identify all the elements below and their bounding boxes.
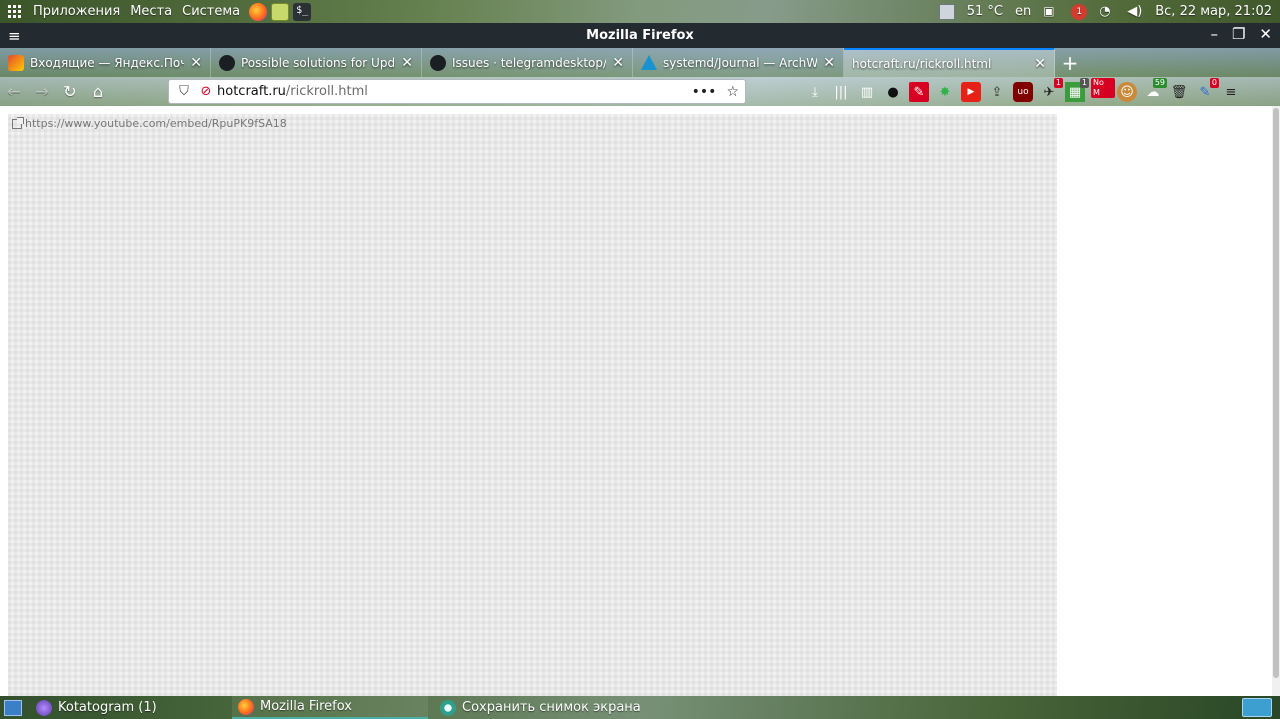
extension-badge: 59 xyxy=(1152,78,1167,88)
page-scrollbar[interactable] xyxy=(1272,106,1280,696)
external-link-icon xyxy=(12,116,24,129)
reload-button[interactable]: ↻ xyxy=(56,78,84,106)
url-host: hotcraft.ru xyxy=(217,84,286,99)
show-desktop-icon[interactable] xyxy=(4,699,22,716)
insecure-connection-icon[interactable]: ⊘ xyxy=(195,84,217,99)
apps-grid-icon[interactable] xyxy=(8,4,22,19)
notification-icon[interactable]: 1 xyxy=(1071,3,1088,20)
tab-archwiki-journal[interactable]: systemd/Journal — ArchWi ✕ xyxy=(633,48,844,77)
task-kotatogram[interactable]: Kotatogram (1) xyxy=(30,696,226,719)
url-path: /rickroll.html xyxy=(285,84,368,99)
upload-icon[interactable]: ⇪ xyxy=(987,82,1007,102)
menu-places[interactable]: Места xyxy=(125,4,177,19)
page-content: https://www.youtube.com/embed/RpuPK9fSA1… xyxy=(0,106,1280,696)
hamburger-menu-icon[interactable]: ≡ xyxy=(1221,82,1241,102)
task-label: Сохранить снимок экрана xyxy=(462,700,641,715)
embedded-video-frame[interactable]: https://www.youtube.com/embed/RpuPK9fSA1… xyxy=(8,114,1057,696)
temperature-readout: 51 °C xyxy=(966,4,1003,19)
extension-badge: No M xyxy=(1091,78,1115,98)
back-button[interactable]: ← xyxy=(0,78,28,106)
desktop-top-panel: Приложения Места Система $_ 51 °C en ▣ 1… xyxy=(0,0,1280,23)
spy-hat-icon[interactable]: ● xyxy=(883,82,903,102)
extension-5-icon[interactable]: ✎ 0 xyxy=(1195,78,1219,102)
task-label: Mozilla Firefox xyxy=(260,699,352,714)
workspace-switcher[interactable] xyxy=(1242,698,1272,717)
home-button[interactable]: ⌂ xyxy=(84,78,112,106)
tracking-protection-icon[interactable]: ⛉ xyxy=(173,84,195,99)
tab-label: Possible solutions for Upd xyxy=(241,55,396,70)
window-titlebar: ≡ Mozilla Firefox – ❐ ✕ xyxy=(0,23,1280,48)
clipboard-icon[interactable]: ▣ xyxy=(1043,4,1059,20)
navigation-toolbar: ← → ↻ ⌂ ⛉ ⊘ hotcraft.ru/rickroll.html ••… xyxy=(0,77,1280,106)
firefox-launcher-icon[interactable] xyxy=(249,2,268,21)
github-icon xyxy=(430,54,446,71)
sidebar-icon[interactable]: ▥ xyxy=(857,82,877,102)
extension-badge: 1 xyxy=(1053,78,1063,88)
github-icon xyxy=(219,54,235,71)
task-label: Kotatogram (1) xyxy=(58,700,157,715)
close-window-icon[interactable]: ✕ xyxy=(1259,25,1272,43)
url-bar[interactable]: ⛉ ⊘ hotcraft.ru/rickroll.html ••• ☆ xyxy=(168,79,746,104)
extension-1-icon[interactable]: ✈ 1 xyxy=(1039,78,1063,102)
scrollbar-thumb[interactable] xyxy=(1273,108,1279,678)
tab-bar: Входящие — Яндекс.Почта ✕ Possible solut… xyxy=(0,48,1280,77)
ublock-icon[interactable]: uo xyxy=(1013,82,1033,102)
close-tab-icon[interactable]: ✕ xyxy=(1034,56,1046,72)
desktop-taskbar: Kotatogram (1) Mozilla Firefox Сохранить… xyxy=(0,696,1280,719)
clock[interactable]: Вс, 22 мар, 21:02 xyxy=(1155,4,1272,19)
task-screenshot[interactable]: Сохранить снимок экрана xyxy=(434,696,674,719)
screenshot-icon xyxy=(440,699,456,716)
library-icon[interactable]: ||| xyxy=(831,82,851,102)
wifi-icon[interactable]: ◔ xyxy=(1099,4,1115,20)
extension-2-icon[interactable]: ▦ 1 xyxy=(1065,78,1089,102)
extension-3-icon[interactable]: ◎No M xyxy=(1091,78,1115,102)
menu-system[interactable]: Система xyxy=(177,4,245,19)
tab-label: Issues · telegramdesktop/ xyxy=(452,55,607,70)
kotatogram-icon xyxy=(36,699,52,716)
bookmark-star-icon[interactable]: ☆ xyxy=(726,84,739,100)
close-tab-icon[interactable]: ✕ xyxy=(612,55,624,71)
monkey-icon[interactable]: ☺ xyxy=(1117,82,1137,102)
forward-button[interactable]: → xyxy=(28,78,56,106)
temperature-icon xyxy=(938,3,955,20)
extension-badge: 0 xyxy=(1209,78,1219,88)
terminal-launcher-icon[interactable]: $_ xyxy=(293,2,312,21)
trash-icon[interactable]: 🗑 xyxy=(1169,82,1189,102)
window-menu-icon[interactable]: ≡ xyxy=(8,27,21,45)
downloads-icon[interactable]: ⤓ xyxy=(805,82,825,102)
page-actions-icon[interactable]: ••• xyxy=(692,84,717,100)
close-tab-icon[interactable]: ✕ xyxy=(401,55,413,71)
extension-toolbar: ⤓ ||| ▥ ● ✎ ✸ ▶ ⇪ uo ✈1 ▦1 ◎No M ☺ ☁59 🗑… xyxy=(805,78,1241,104)
iframe-url: https://www.youtube.com/embed/RpuPK9fSA1… xyxy=(25,117,287,130)
arch-icon xyxy=(641,55,657,70)
tab-label: hotcraft.ru/rickroll.html xyxy=(852,56,992,71)
task-firefox[interactable]: Mozilla Firefox xyxy=(232,696,428,719)
close-tab-icon[interactable]: ✕ xyxy=(190,55,202,71)
extension-badge: 1 xyxy=(1079,78,1089,88)
tab-yandex-mail[interactable]: Входящие — Яндекс.Почта ✕ xyxy=(0,48,211,77)
color-wheel-icon[interactable]: ✸ xyxy=(935,82,955,102)
tab-label: systemd/Journal — ArchWi xyxy=(663,55,818,70)
youtube-icon[interactable]: ▶ xyxy=(961,82,981,102)
tab-label: Входящие — Яндекс.Почта xyxy=(30,55,184,70)
mail-icon xyxy=(8,54,24,71)
iframe-external-link[interactable]: https://www.youtube.com/embed/RpuPK9fSA1… xyxy=(12,116,287,130)
firefox-icon xyxy=(238,698,254,715)
tab-github-issues[interactable]: Issues · telegramdesktop/ ✕ xyxy=(422,48,633,77)
text-editor-launcher-icon[interactable] xyxy=(271,2,290,21)
pdf-icon[interactable]: ✎ xyxy=(909,82,929,102)
menu-applications[interactable]: Приложения xyxy=(28,4,125,19)
extension-4-icon[interactable]: ☁ 59 xyxy=(1143,78,1167,102)
volume-icon[interactable]: ◀) xyxy=(1127,4,1143,20)
close-tab-icon[interactable]: ✕ xyxy=(823,55,835,71)
maximize-icon[interactable]: ❐ xyxy=(1232,25,1245,43)
tab-hotcraft-rickroll[interactable]: hotcraft.ru/rickroll.html ✕ xyxy=(844,48,1055,77)
keyboard-layout-indicator[interactable]: en xyxy=(1015,4,1031,19)
minimize-icon[interactable]: – xyxy=(1210,25,1218,43)
window-title: Mozilla Firefox xyxy=(586,28,694,43)
tab-github-possible-solutions[interactable]: Possible solutions for Upd ✕ xyxy=(211,48,422,77)
new-tab-button[interactable]: + xyxy=(1055,48,1085,77)
